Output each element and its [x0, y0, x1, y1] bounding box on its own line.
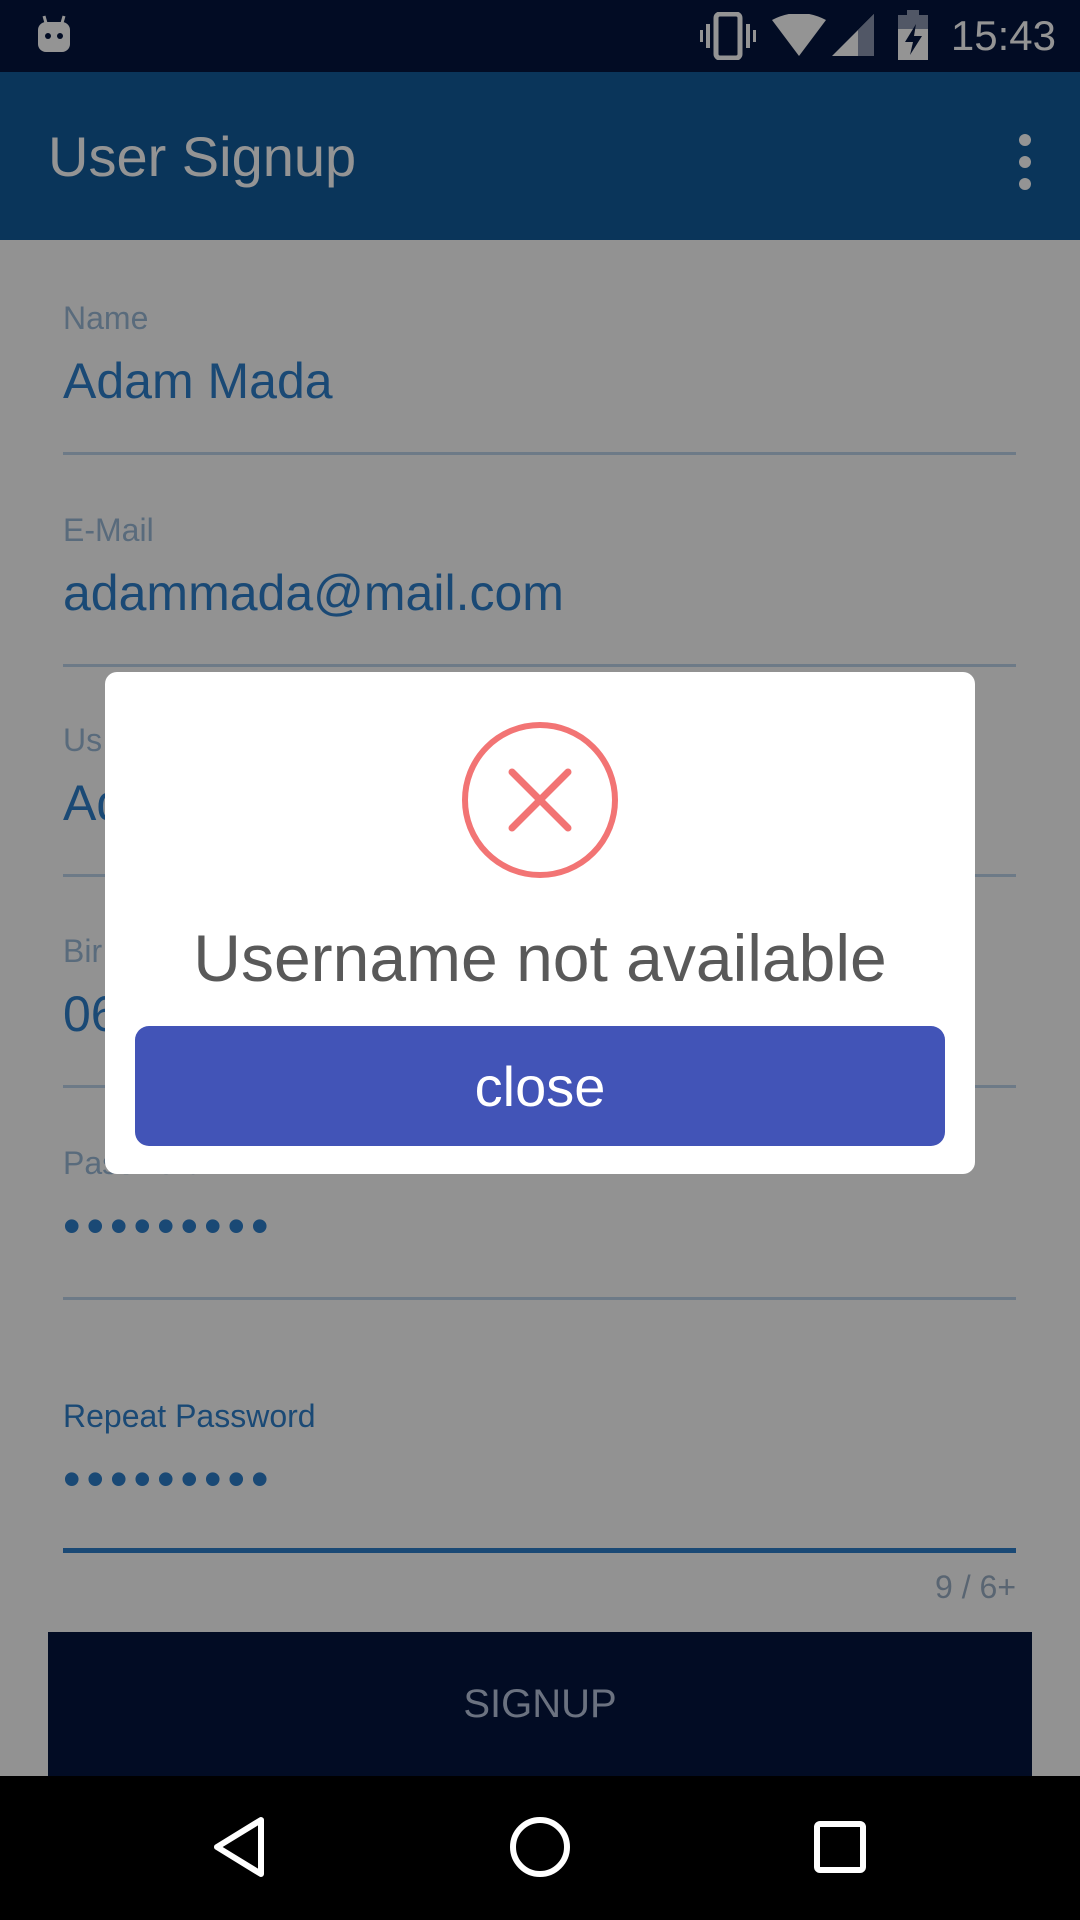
error-dialog: Username not available close: [105, 672, 975, 1174]
close-button[interactable]: close: [135, 1026, 945, 1146]
dialog-message: Username not available: [193, 921, 887, 995]
error-x-circle-icon: [462, 722, 618, 878]
navigation-bar: [0, 1776, 1080, 1920]
recents-icon[interactable]: [805, 1812, 875, 1882]
back-icon[interactable]: [205, 1812, 275, 1882]
home-icon[interactable]: [505, 1812, 575, 1882]
